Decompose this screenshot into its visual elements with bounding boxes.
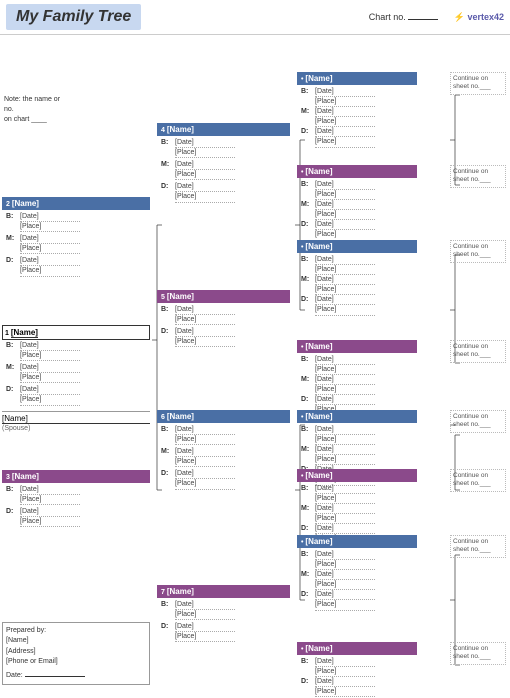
header: My Family Tree Chart no. ⚡ vertex42: [0, 0, 510, 35]
person-3-block: 3 [Name] B:[Date] [Place] D:[Date] [Plac…: [2, 470, 150, 528]
left-note: Note: the name or no. on chart ____: [4, 95, 60, 124]
main-area: Note: the name or no. on chart ____ 2 [N…: [0, 35, 510, 689]
person-8-block: • [Name] B:[Date] [Place] M:[Date] [Plac…: [297, 72, 417, 149]
person-14-block: • [Name] B:[Date] [Place] M:[Date] [Plac…: [297, 535, 417, 612]
person-10-block: • [Name] B:[Date] [Place] M:[Date] [Plac…: [297, 240, 417, 317]
person-6-block: 6 [Name] B:[Date] [Place] M:[Date] [Plac…: [157, 410, 290, 491]
note-p12: Continue on sheet no.___: [450, 410, 506, 433]
person-7-block: 7 [Name] B:[Date] [Place] D:[Date] [Plac…: [157, 585, 290, 643]
person-1-block: 1 [Name] B:[Date] [Place] M:[Date] [Plac…: [2, 325, 150, 432]
col1: Note: the name or no. on chart ____ 2 [N…: [0, 35, 155, 689]
person-3-name-bar: 3 [Name]: [2, 470, 150, 483]
prepared-by-box: Prepared by: [Name] [Address] [Phone or …: [2, 622, 150, 686]
logo: ⚡ vertex42: [454, 12, 504, 23]
note-p13: Continue on sheet no.___: [450, 469, 506, 492]
note-p11: Continue on sheet no.___: [450, 340, 506, 363]
page-title: My Family Tree: [16, 8, 131, 25]
person-4-block: 4 [Name] B:[Date] [Place] M:[Date] [Plac…: [157, 123, 290, 204]
col2: 4 [Name] B:[Date] [Place] M:[Date] [Plac…: [155, 35, 295, 689]
col4-notes: Continue on sheet no.___ Continue on she…: [450, 35, 510, 689]
person-2-name-bar: 2 [Name]: [2, 197, 150, 210]
note-p9: Continue on sheet no.___: [450, 165, 506, 188]
person-9-block: • [Name] B:[Date] [Place] M:[Date] [Plac…: [297, 165, 417, 242]
chart-no-label: Chart no.: [369, 12, 438, 22]
title-box: My Family Tree: [6, 4, 141, 30]
col3: • [Name] B:[Date] [Place] M:[Date] [Plac…: [295, 35, 450, 689]
note-p10: Continue on sheet no.___: [450, 240, 506, 263]
note-p15: Continue on sheet no.___: [450, 642, 506, 665]
note-p8: Continue on sheet no.___: [450, 72, 506, 95]
person-5-block: 5 [Name] B:[Date] [Place] D:[Date] [Plac…: [157, 290, 290, 348]
note-p14: Continue on sheet no.___: [450, 535, 506, 558]
person-2-block: 2 [Name] B:[Date] [Place] M:[Date] [Plac…: [2, 197, 150, 278]
person-11-block: • [Name] B:[Date] [Place] M:[Date] [Plac…: [297, 340, 417, 417]
